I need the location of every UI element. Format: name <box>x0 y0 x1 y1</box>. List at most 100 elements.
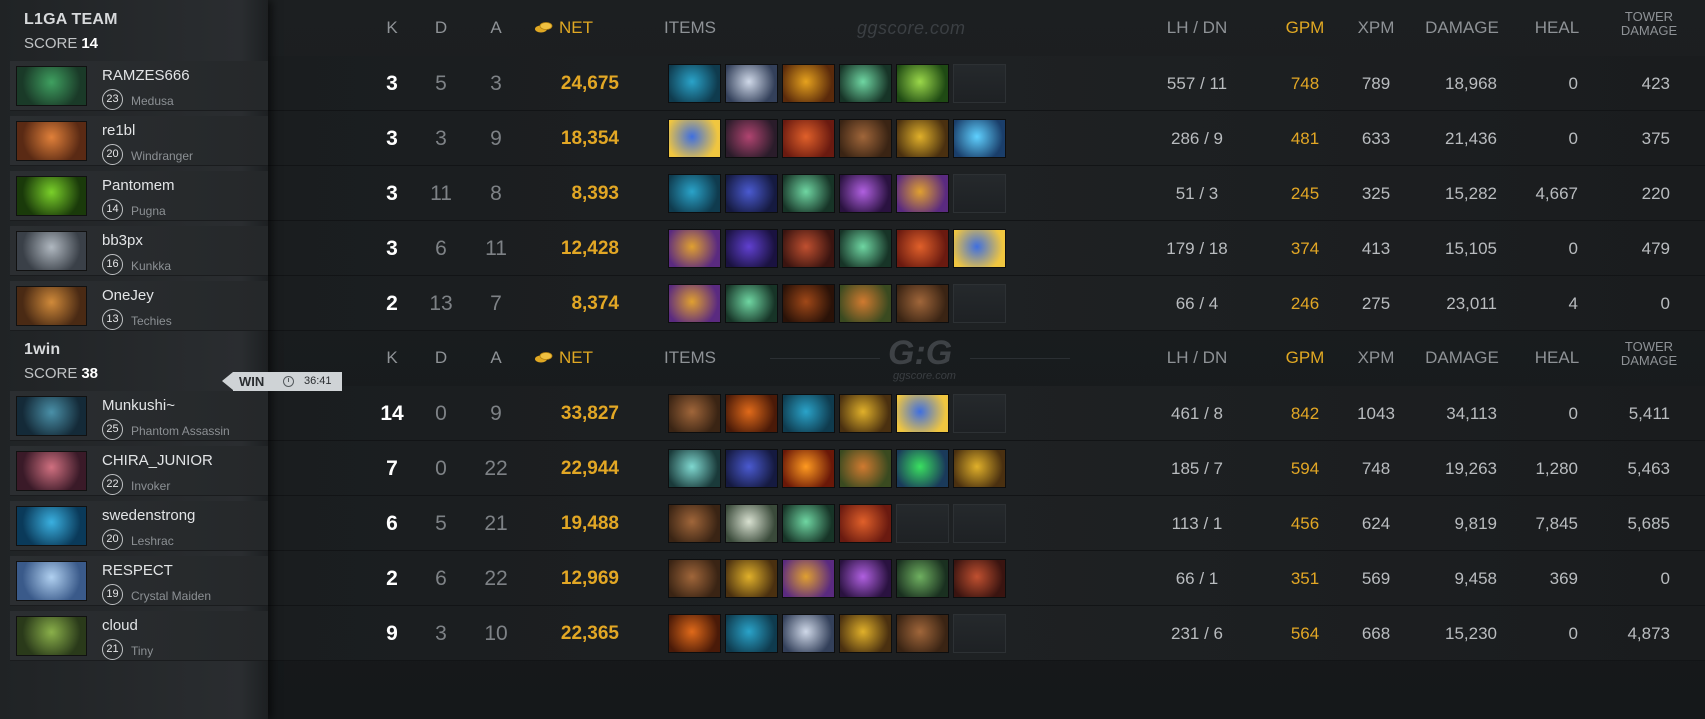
player-card[interactable]: OneJey 13 Techies <box>10 281 268 331</box>
mask-item[interactable] <box>896 119 949 158</box>
player-name[interactable]: CHIRA_JUNIOR <box>102 452 213 469</box>
hero-name: Kunkka <box>131 259 172 273</box>
helm-item[interactable] <box>782 394 835 433</box>
helm-item[interactable] <box>668 174 721 213</box>
wand-item[interactable] <box>839 64 892 103</box>
player-card[interactable]: Munkushi~ 25 Phantom Assassin <box>10 391 268 441</box>
boots-item[interactable] <box>668 504 721 543</box>
player-name[interactable]: Pantomem <box>102 177 175 194</box>
claw-item[interactable] <box>725 64 778 103</box>
tower-damage-value: 375 <box>1641 129 1670 148</box>
wand-item[interactable] <box>782 174 835 213</box>
orb-item[interactable] <box>839 504 892 543</box>
player-name[interactable]: re1bl <box>102 122 135 139</box>
mango-item[interactable] <box>782 559 835 598</box>
hero-level-badge: 25 <box>102 419 123 440</box>
player-card[interactable]: RAMZES666 23 Medusa <box>10 61 268 111</box>
helm-item[interactable] <box>668 64 721 103</box>
win-badge-arrow <box>222 372 233 390</box>
column-header-row: K D A NET ITEMS LH / DN GPM XPM DAMAGE HEAL TOWER D… <box>268 0 1705 56</box>
player-stats-row: 3 6 11 12,428 179 / 18 374 413 15,105 0 479 <box>268 221 1705 276</box>
staff-item[interactable] <box>668 119 721 158</box>
fire-item[interactable] <box>782 449 835 488</box>
player-name[interactable]: RESPECT <box>102 562 173 579</box>
last-hits-denies-value: 185 / 7 <box>1171 459 1223 478</box>
empty-item-slot <box>953 504 1006 543</box>
lantern-item[interactable] <box>839 284 892 323</box>
wand-item[interactable] <box>782 504 835 543</box>
cloak-item[interactable] <box>725 449 778 488</box>
mask-item[interactable] <box>839 614 892 653</box>
hammer-item[interactable] <box>953 119 1006 158</box>
net-worth-value: 18,354 <box>560 128 619 149</box>
helm-item[interactable] <box>725 614 778 653</box>
scythe-item[interactable] <box>725 119 778 158</box>
bow-item[interactable] <box>725 504 778 543</box>
helmet-item[interactable] <box>725 229 778 268</box>
boots-item[interactable] <box>896 614 949 653</box>
shield-item[interactable] <box>782 229 835 268</box>
player-stats-row: 7 0 22 22,944 185 / 7 594 748 19,263 1,280 5,463 <box>268 441 1705 496</box>
lantern-item[interactable] <box>839 449 892 488</box>
staff-item[interactable] <box>953 229 1006 268</box>
header-last-hits-denies: LH / DN <box>1166 18 1228 37</box>
mask-item[interactable] <box>839 394 892 433</box>
spear-item[interactable] <box>896 559 949 598</box>
cloak-item[interactable] <box>725 174 778 213</box>
player-name[interactable]: Munkushi~ <box>102 397 175 414</box>
axe-item[interactable] <box>725 394 778 433</box>
scepter-item[interactable] <box>782 64 835 103</box>
player-card[interactable]: bb3px 16 Kunkka <box>10 226 268 276</box>
header-kills: K <box>386 348 398 367</box>
claw-item[interactable] <box>782 614 835 653</box>
mango-item[interactable] <box>668 229 721 268</box>
mango-item[interactable] <box>896 174 949 213</box>
leshrac-portrait <box>16 506 87 546</box>
potion-item[interactable] <box>839 559 892 598</box>
potion-item[interactable] <box>839 174 892 213</box>
wand-item[interactable] <box>839 229 892 268</box>
orb-item[interactable] <box>782 119 835 158</box>
player-card[interactable]: CHIRA_JUNIOR 22 Invoker <box>10 446 268 496</box>
player-card[interactable]: swedenstrong 20 Leshrac <box>10 501 268 551</box>
staff-item[interactable] <box>896 394 949 433</box>
player-name[interactable]: bb3px <box>102 232 143 249</box>
axe-item[interactable] <box>668 614 721 653</box>
boots-item[interactable] <box>896 284 949 323</box>
player-name[interactable]: RAMZES666 <box>102 67 190 84</box>
empty-item-slot <box>953 394 1006 433</box>
header-heal: HEAL <box>1534 348 1580 367</box>
ggscore-watermark: ggscore.com <box>857 18 966 38</box>
shield-item[interactable] <box>953 559 1006 598</box>
mask-item[interactable] <box>953 449 1006 488</box>
team-score-label: SCORE <box>24 365 78 382</box>
player-card[interactable]: Pantomem 14 Pugna <box>10 171 268 221</box>
clock-icon <box>283 376 294 387</box>
cape-item[interactable] <box>782 284 835 323</box>
player-name[interactable]: OneJey <box>102 287 154 304</box>
player-card[interactable]: re1bl 20 Windranger <box>10 116 268 166</box>
gem-item[interactable] <box>896 449 949 488</box>
header-xpm: XPM <box>1357 18 1395 37</box>
header-tower-line1: TOWER <box>1624 339 1674 354</box>
net-worth-value: 19,488 <box>560 513 619 534</box>
player-name[interactable]: cloud <box>102 617 138 634</box>
orb-item[interactable] <box>896 229 949 268</box>
player-card[interactable]: RESPECT 19 Crystal Maiden <box>10 556 268 606</box>
boots-item[interactable] <box>668 559 721 598</box>
hero-level-badge: 14 <box>102 199 123 220</box>
dagger-item[interactable] <box>668 449 721 488</box>
team-header: L1GA TEAM SCORE 14 <box>0 0 268 60</box>
mango-item[interactable] <box>668 284 721 323</box>
player-card[interactable]: cloud 21 Tiny <box>10 611 268 661</box>
net-worth-value: 8,393 <box>571 183 619 204</box>
boots-item[interactable] <box>839 119 892 158</box>
wand-item[interactable] <box>725 284 778 323</box>
hero-portrait-image <box>17 122 86 160</box>
mask-item[interactable] <box>725 559 778 598</box>
boots-item[interactable] <box>668 394 721 433</box>
player-name[interactable]: swedenstrong <box>102 507 195 524</box>
player-stats-row: 3 5 3 24,675 557 / 11 748 789 18,968 0 423 <box>268 56 1705 111</box>
player-stats-row: 6 5 21 19,488 113 / 1 456 624 9,819 7,845 5,685 <box>268 496 1705 551</box>
blade-item[interactable] <box>896 64 949 103</box>
